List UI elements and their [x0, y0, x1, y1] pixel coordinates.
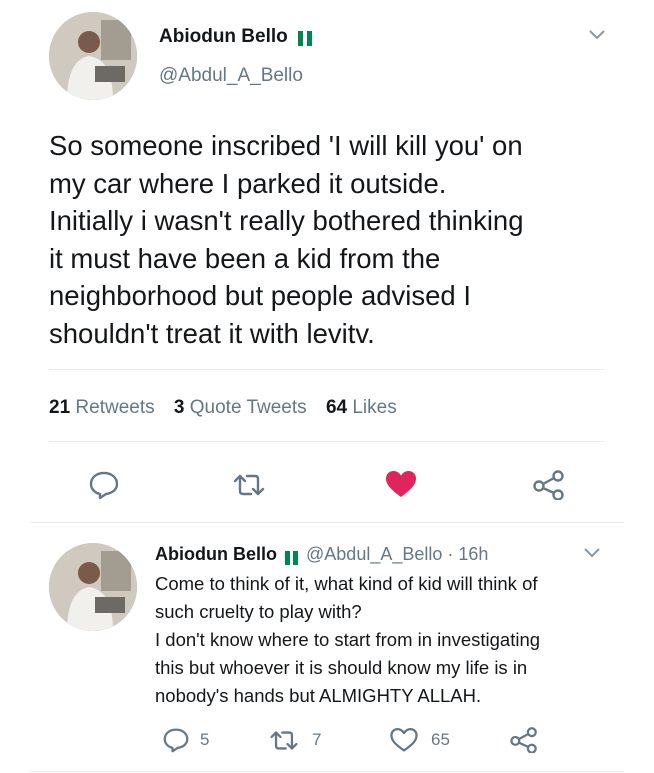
likes-count: 64: [325, 397, 348, 418]
retweets-stat[interactable]: 21 Retweets: [49, 397, 160, 418]
retweet-icon[interactable]: [231, 472, 267, 498]
heart-icon: [389, 727, 419, 753]
reply-like-action[interactable]: 65: [389, 727, 450, 753]
heart-icon[interactable]: [384, 469, 418, 499]
nigeria-flag-icon: [285, 548, 298, 566]
tweet-text-line: shouldn't treat it with levitv.: [49, 317, 375, 349]
tweet-text: So someone inscribed 'I will kill you' o…: [49, 127, 524, 352]
chevron-down-icon[interactable]: [588, 29, 606, 41]
divider: [49, 441, 604, 442]
reply-count: 5: [200, 730, 210, 749]
author-name[interactable]: Abiodun Bello: [159, 26, 288, 47]
nigeria-flag-icon: [298, 29, 313, 47]
quotes-label: Quote Tweets: [189, 397, 307, 418]
retweet-count: 7: [312, 730, 322, 749]
reply-text: Come to think of it, what kind of kid wi…: [155, 570, 540, 710]
tweet-text-line: Initially i wasn't really bothered think…: [49, 205, 524, 236]
reply-text-line: Come to think of it, what kind of kid wi…: [155, 573, 538, 594]
divider: [30, 771, 624, 772]
stats-row: 21 Retweets 3 Quote Tweets 64 Likes: [49, 396, 397, 420]
author-handle[interactable]: @Abdul_A_Bello: [159, 64, 303, 88]
reply-author-handle[interactable]: @Abdul_A_Bello: [306, 544, 442, 564]
retweet-icon: [268, 729, 300, 752]
avatar-image: [49, 543, 137, 631]
reply-icon[interactable]: [88, 470, 120, 500]
share-icon[interactable]: [532, 470, 566, 500]
chevron-down-icon[interactable]: [583, 547, 601, 559]
tweet-text-line: it must have been a kid from the: [49, 242, 441, 274]
author-name-row: Abiodun Bello: [159, 25, 313, 49]
avatar-image: [49, 12, 137, 100]
likes-stat[interactable]: 64 Likes: [326, 397, 397, 418]
reply-header: Abiodun Bello @Abdul_A_Bello · 16h: [155, 543, 488, 566]
divider: [30, 522, 624, 523]
reply-text-line: such cruelty to play with?: [155, 601, 362, 622]
tweet-text-line: So someone inscribed 'I will kill you' o…: [49, 130, 523, 161]
reply-text-line: this but whoever it is should know my li…: [155, 657, 528, 678]
tweet-text-line: neighborhood but people advised I: [49, 280, 472, 311]
quotes-count: 3: [173, 397, 185, 418]
like-count: 65: [431, 730, 450, 749]
author-avatar[interactable]: [49, 12, 137, 100]
reply-icon: [162, 727, 190, 753]
reply-retweet-action[interactable]: 7: [268, 728, 321, 752]
retweets-label: Retweets: [75, 397, 155, 418]
share-icon[interactable]: [509, 727, 539, 753]
reply-author-avatar[interactable]: [49, 543, 137, 631]
reply-author-name[interactable]: Abiodun Bello: [155, 544, 277, 564]
divider: [49, 369, 604, 370]
reply-text-line: nobody's hands but ALMIGHTY ALLAH.: [155, 685, 482, 706]
tweet-text-line: my car where I parked it outside.: [49, 167, 447, 199]
quotes-stat[interactable]: 3 Quote Tweets: [174, 397, 312, 418]
reply-timestamp[interactable]: · 16h: [447, 544, 488, 564]
retweets-count: 21: [49, 397, 71, 418]
likes-label: Likes: [352, 397, 397, 418]
reply-reply-action[interactable]: 5: [162, 727, 209, 753]
reply-text-line: I don't know where to start from in inve…: [155, 629, 541, 650]
